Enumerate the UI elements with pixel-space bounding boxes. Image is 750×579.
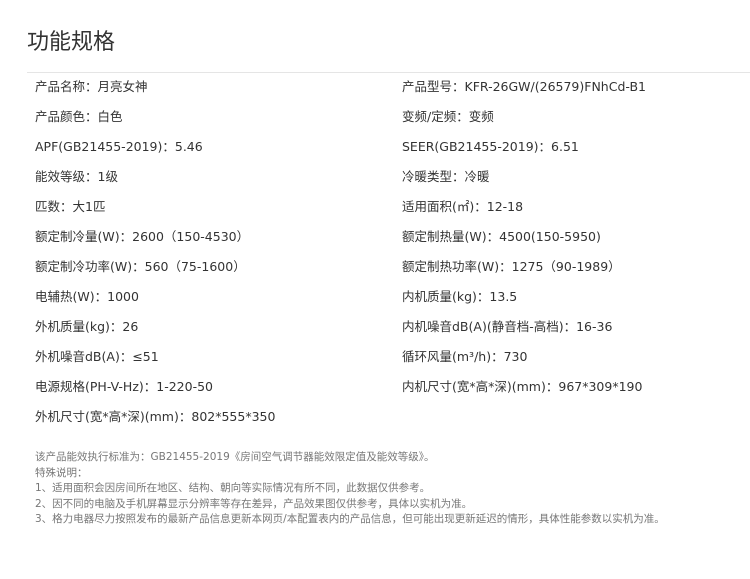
spec-row: 能效等级：1级 冷暖类型：冷暖 [0, 162, 750, 192]
spec-inverter-type: 变频/定频：变频 [402, 109, 494, 124]
spec-outdoor-unit-noise: 外机噪音dB(A)：≤51 [35, 349, 159, 364]
spec-rated-heating-power: 额定制热功率(W)：1275（90-1989） [402, 259, 621, 274]
spec-row: 匹数：大1匹 适用面积(㎡)：12-18 [0, 192, 750, 222]
spec-power-supply: 电源规格(PH-V-Hz)：1-220-50 [35, 379, 213, 394]
spec-indoor-unit-noise: 内机噪音dB(A)(静音档-高档)：16-36 [402, 319, 613, 334]
spec-product-model: 产品型号：KFR-26GW/(26579)FNhCd-B1 [402, 79, 646, 94]
spec-energy-grade: 能效等级：1级 [35, 169, 118, 184]
spec-rated-heating-capacity: 额定制热量(W)：4500(150-5950) [402, 229, 601, 244]
spec-product-color: 产品颜色：白色 [35, 109, 123, 124]
spec-row: 产品名称：月亮女神 产品型号：KFR-26GW/(26579)FNhCd-B1 [0, 72, 750, 102]
spec-rated-cooling-power: 额定制冷功率(W)：560（75-1600） [35, 259, 246, 274]
spec-airflow: 循环风量(m³/h)：730 [402, 349, 528, 364]
spec-electric-aux-heat: 电辅热(W)：1000 [35, 289, 139, 304]
special-note-item: 1、适用面积会因房间所在地区、结构、朝向等实际情况有所不同，此数据仅供参考。 [35, 482, 431, 494]
spec-row: APF(GB21455-2019)：5.46 SEER(GB21455-2019… [0, 132, 750, 162]
energy-standard-note: 该产品能效执行标准为：GB21455-2019《房间空气调节器能效限定值及能效等… [35, 451, 435, 463]
spec-row: 电辅热(W)：1000 内机质量(kg)：13.5 [0, 282, 750, 312]
spec-horsepower: 匹数：大1匹 [35, 199, 106, 214]
special-notes-heading: 特殊说明： [35, 466, 88, 479]
spec-outdoor-unit-dimensions: 外机尺寸(宽*高*深)(mm)：802*555*350 [35, 409, 276, 424]
spec-row: 电源规格(PH-V-Hz)：1-220-50 内机尺寸(宽*高*深)(mm)：9… [0, 372, 750, 402]
spec-row: 外机噪音dB(A)：≤51 循环风量(m³/h)：730 [0, 342, 750, 372]
special-note-item: 2、因不同的电脑及手机屏幕显示分辨率等存在差异，产品效果图仅供参考，具体以实机为… [35, 497, 473, 510]
notes-section: 该产品能效执行标准为：GB21455-2019《房间空气调节器能效限定值及能效等… [35, 450, 745, 528]
special-note-item: 3、格力电器尽力按照发布的最新产品信息更新本网页/本配置表内的产品信息，但可能出… [35, 513, 665, 525]
spec-apf: APF(GB21455-2019)：5.46 [35, 139, 203, 154]
spec-row: 外机质量(kg)：26 内机噪音dB(A)(静音档-高档)：16-36 [0, 312, 750, 342]
spec-row: 额定制冷量(W)：2600（150-4530） 额定制热量(W)：4500(15… [0, 222, 750, 252]
spec-row: 额定制冷功率(W)：560（75-1600） 额定制热功率(W)：1275（90… [0, 252, 750, 282]
spec-rated-cooling-capacity: 额定制冷量(W)：2600（150-4530） [35, 229, 250, 244]
spec-product-name: 产品名称：月亮女神 [35, 79, 148, 94]
spec-seer: SEER(GB21455-2019)：6.51 [402, 139, 579, 154]
spec-indoor-unit-dimensions: 内机尺寸(宽*高*深)(mm)：967*309*190 [402, 379, 643, 394]
spec-row: 产品颜色：白色 变频/定频：变频 [0, 102, 750, 132]
spec-indoor-unit-weight: 内机质量(kg)：13.5 [402, 289, 518, 304]
spec-heating-cooling-type: 冷暖类型：冷暖 [402, 169, 490, 184]
spec-applicable-area: 适用面积(㎡)：12-18 [402, 199, 524, 214]
spec-row: 外机尺寸(宽*高*深)(mm)：802*555*350 [0, 402, 750, 432]
spec-outdoor-unit-weight: 外机质量(kg)：26 [35, 319, 139, 334]
